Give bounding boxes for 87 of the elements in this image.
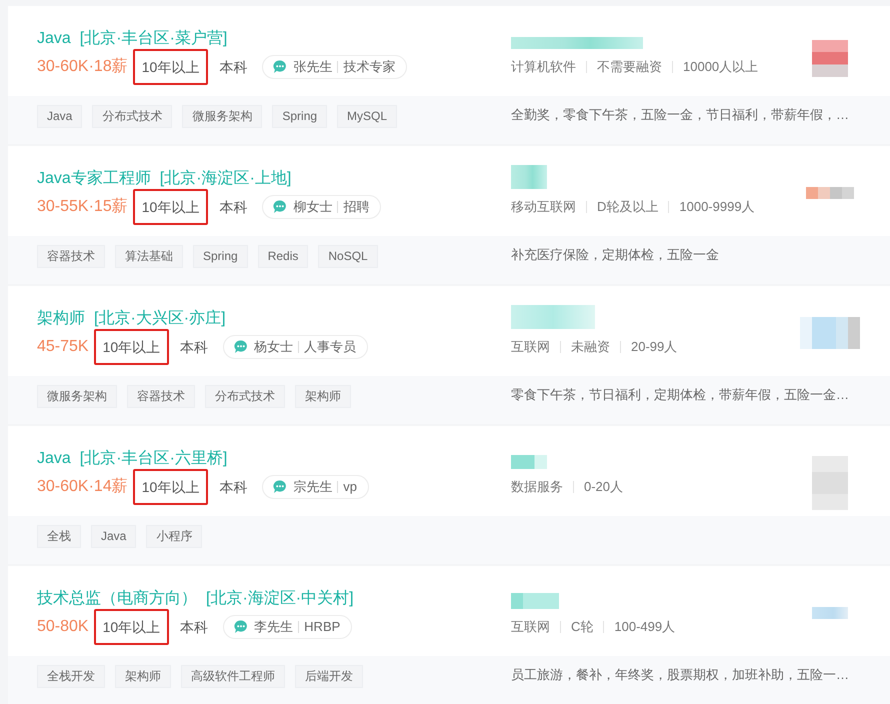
benefits-text: 员工旅游，餐补，年终奖，股票期权，加班补助，五险一…	[511, 666, 849, 684]
location-text: [北京·海淀区·中关村]	[206, 589, 354, 609]
experience-text: 10年以上	[142, 478, 200, 496]
job-title-link[interactable]: 技术总监（电商方向）	[37, 589, 197, 609]
redacted-company-name	[511, 455, 547, 469]
skill-tag: 架构师	[295, 385, 351, 408]
company-info-text: 计算机软件	[511, 59, 576, 75]
skill-tag: 架构师	[115, 665, 171, 688]
skill-tag: 分布式技术	[92, 105, 172, 128]
company-info-text: 不需要融资	[597, 59, 662, 75]
company-info-text: D轮及以上	[597, 199, 658, 215]
skill-tag: 小程序	[146, 525, 202, 548]
skill-tag: 全栈	[37, 525, 81, 548]
location-text: [北京·海淀区·上地]	[160, 169, 292, 189]
company-info-text: 互联网	[511, 339, 550, 355]
salary-text: 30-60K·18薪	[37, 57, 128, 77]
experience-text: 10年以上	[142, 58, 200, 76]
company-info-text: C轮	[571, 619, 594, 635]
chat-bubble-icon	[234, 340, 248, 354]
education-text: 本科	[219, 198, 248, 216]
recruiter-role: vp	[343, 479, 358, 495]
job-title-link[interactable]: Java	[37, 449, 71, 469]
chat-bubble-icon	[273, 200, 288, 214]
experience-text: 10年以上	[102, 618, 160, 636]
salary-text: 45-75K	[37, 337, 89, 357]
company-info-text: 1000-9999人	[679, 199, 755, 215]
company-info-text: 10000人以上	[683, 59, 758, 75]
skill-tag: 后端开发	[295, 665, 363, 688]
skill-tag: 全栈开发	[37, 665, 105, 688]
company-info-text: 20-99人	[631, 339, 678, 355]
skill-tag: 分布式技术	[205, 385, 285, 408]
company-info-text: 互联网	[511, 619, 550, 635]
chat-bubble-icon	[234, 620, 248, 634]
skill-tag: NoSQL	[318, 245, 378, 268]
education-text: 本科	[219, 478, 248, 496]
experience-text: 10年以上	[102, 338, 160, 356]
skill-tag: 微服务架构	[182, 105, 262, 128]
skill-tag: Java	[91, 525, 136, 548]
experience-text: 10年以上	[142, 198, 200, 216]
logo-placeholder	[806, 186, 854, 198]
logo-placeholder	[812, 606, 848, 618]
job-title-link[interactable]: 架构师	[37, 309, 85, 329]
education-text: 本科	[180, 618, 208, 636]
benefits-text: 零食下午茶，节日福利，定期体检，带薪年假，五险一金…	[511, 386, 849, 404]
company-info-text: 数据服务	[511, 479, 563, 495]
salary-text: 30-60K·14薪	[37, 477, 128, 497]
company-info-text: 移动互联网	[511, 199, 576, 215]
redacted-company-name	[511, 593, 559, 609]
recruiter-name: 柳女士	[293, 199, 332, 215]
skill-tag: Spring	[272, 105, 328, 128]
skill-tag: MySQL	[337, 105, 398, 128]
job-title-link[interactable]: Java专家工程师	[37, 169, 151, 189]
job-title-link[interactable]: Java	[37, 29, 71, 49]
skill-tag: 容器技术	[127, 385, 195, 408]
logo-placeholder	[812, 456, 848, 510]
chat-bubble-icon	[273, 60, 288, 74]
recruiter-role: 招聘	[343, 199, 370, 215]
recruiter-role: HRBP	[304, 619, 340, 635]
skill-tag: Java	[37, 105, 82, 128]
skill-tag: Spring	[193, 245, 248, 268]
company-info-text: 0-20人	[584, 479, 624, 495]
location-text: [北京·大兴区·亦庄]	[94, 309, 226, 329]
logo-placeholder	[800, 316, 860, 348]
recruiter-name: 杨女士	[254, 339, 294, 355]
skill-tag: 容器技术	[37, 245, 105, 268]
salary-text: 30-55K·15薪	[37, 197, 128, 217]
salary-text: 50-80K	[37, 617, 89, 637]
location-text: [北京·丰台区·六里桥]	[80, 449, 228, 469]
skill-tag: 算法基础	[115, 245, 183, 268]
company-info-text: 100-499人	[614, 619, 676, 635]
chat-bubble-icon	[273, 480, 288, 494]
logo-placeholder	[812, 40, 848, 77]
education-text: 本科	[180, 338, 208, 356]
skill-tag: Redis	[258, 245, 308, 268]
location-text: [北京·丰台区·菜户营]	[80, 29, 228, 49]
company-info-text: 未融资	[571, 339, 610, 355]
recruiter-role: 技术专家	[343, 59, 396, 75]
recruiter-name: 张先生	[293, 59, 332, 75]
redacted-company-name	[511, 165, 547, 189]
benefits-text: 全勤奖，零食下午茶，五险一金，节日福利，带薪年假，…	[511, 106, 849, 124]
recruiter-role: 人事专员	[304, 339, 356, 355]
education-text: 本科	[219, 58, 248, 76]
recruiter-name: 李先生	[254, 619, 294, 635]
skill-tag: 微服务架构	[37, 385, 117, 408]
recruiter-name: 宗先生	[293, 479, 332, 495]
skill-tag: 高级软件工程师	[181, 665, 285, 688]
benefits-text: 补充医疗保险，定期体检，五险一金	[511, 246, 719, 264]
